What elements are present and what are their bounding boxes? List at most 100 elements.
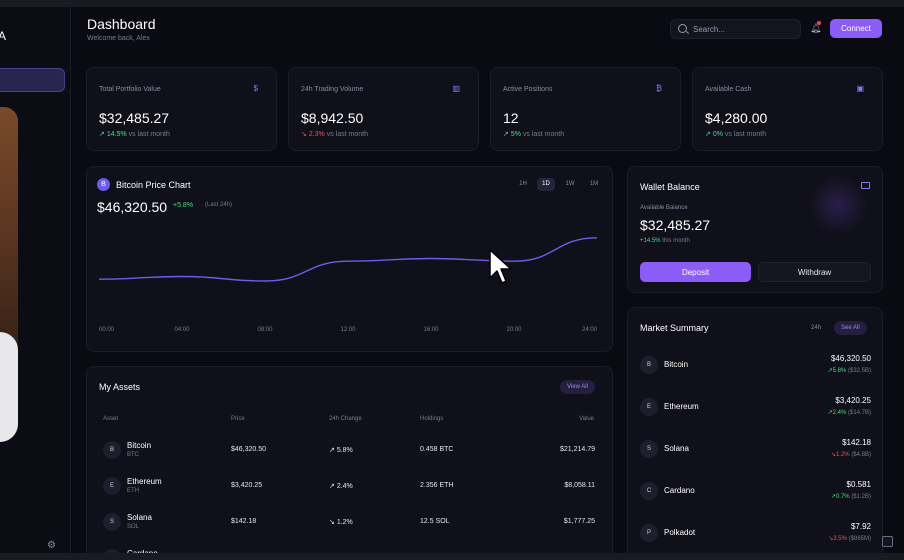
asset-price: $46,320.50 — [231, 446, 267, 453]
x-tick-label: 12:00 — [340, 327, 356, 333]
wallet-balance-card: Wallet Balance Available Balance $32,485… — [627, 166, 883, 293]
window-top-strip — [0, 0, 904, 7]
coin-avatar: S — [640, 440, 658, 458]
decorative-glow — [808, 175, 868, 235]
timeframe-1w[interactable]: 1W — [561, 178, 579, 191]
stat-change: ↗ 0% vs last month — [705, 131, 767, 138]
connect-button[interactable]: Connect — [830, 19, 882, 38]
price-change: +5.8% — [173, 202, 194, 209]
timeframe-1d[interactable]: 1D — [537, 178, 555, 191]
coin-name: Bitcoin — [664, 360, 689, 369]
wallet-change: +14.5% this month — [640, 238, 690, 244]
column-header: Price — [231, 416, 245, 422]
settings-icon[interactable]: ⚙ — [47, 540, 56, 551]
stat-label: Total Portfolio Value — [99, 86, 161, 93]
price-series-line — [98, 237, 598, 282]
wallet-icon: ▣ — [856, 84, 864, 93]
market-row[interactable]: S Solana $142.18 ↘1.2% ($4.8B) — [628, 428, 882, 470]
asset-holdings: 0.458 BTC — [420, 446, 454, 453]
market-row[interactable]: P Polkadot $7.92 ↘3.5% ($865M) — [628, 512, 882, 554]
coin-name: Cardano — [664, 486, 695, 495]
asset-change: ↗ 5.8% — [329, 447, 353, 454]
coin-price: $3,420.25 — [835, 396, 871, 405]
stat-value: $32,485.27 — [99, 110, 170, 126]
stat-change: ↗ 5% vs last month — [503, 131, 565, 138]
stat-value: $8,942.50 — [301, 110, 364, 126]
market-title: Market Summary — [640, 323, 709, 333]
x-tick-label: 08:00 — [257, 327, 273, 333]
window-bottom-strip — [0, 553, 904, 560]
asset-holdings: 12.5 SOL — [420, 518, 450, 525]
sidebar-logo: A — [0, 29, 6, 43]
asset-value: $1,777.25 — [563, 518, 595, 525]
header: Dashboard Welcome back, Alex 🔔︎ Connect — [71, 7, 904, 53]
bar-chart-icon: ▥ — [452, 84, 460, 93]
coin-change: ↗5.8% ($32.5B) — [827, 368, 871, 374]
coin-name: Polkadot — [664, 528, 696, 537]
stat-change: ↗ 14.5% vs last month — [99, 131, 170, 138]
asset-symbol: SOL — [127, 524, 140, 530]
stat-card-portfolio: Total Portfolio Value $ $32,485.27 ↗ 14.… — [86, 67, 277, 151]
coin-price: $7.92 — [850, 522, 871, 531]
current-price: $46,320.50 — [97, 199, 168, 215]
stat-value: $4,280.00 — [705, 110, 768, 126]
coin-name: Ethereum — [664, 402, 699, 411]
coin-name: Solana — [664, 444, 689, 453]
coin-price: $46,320.50 — [830, 354, 871, 363]
notification-dot — [817, 21, 821, 25]
coin-change: ↘1.2% ($4.8B) — [830, 452, 871, 458]
market-row[interactable]: C Cardano $0.581 ↗0.7% ($1.2B) — [628, 470, 882, 512]
market-row[interactable]: E Ethereum $3,420.25 ↗2.4% ($14.7B) — [628, 386, 882, 428]
withdraw-button[interactable]: Withdraw — [758, 262, 871, 282]
wallet-label: Available Balance — [640, 205, 688, 211]
deposit-button[interactable]: Deposit — [640, 262, 751, 282]
sidebar-item-active[interactable] — [0, 68, 65, 92]
coin-avatar: B — [640, 356, 658, 374]
asset-change: ↘ 1.2% — [329, 519, 353, 526]
market-row[interactable]: B Bitcoin $46,320.50 ↗5.8% ($32.5B) — [628, 344, 882, 386]
expand-icon[interactable] — [882, 536, 893, 547]
asset-value: $8,058.11 — [564, 482, 595, 489]
table-row[interactable]: S Solana SOL $142.18 ↘ 1.2% 12.5 SOL $1,… — [87, 504, 612, 540]
table-row[interactable]: E Ethereum ETH $3,420.25 ↗ 2.4% 2.356 ET… — [87, 468, 612, 504]
asset-symbol: ETH — [127, 488, 139, 494]
profile-photo-overlay — [0, 332, 18, 442]
market-period[interactable]: 24h — [811, 325, 821, 331]
price-chart-card: B Bitcoin Price Chart 1H 1D 1W 1M $46,32… — [86, 166, 613, 352]
column-header: 24h Change — [329, 416, 362, 422]
x-tick-label: 16:00 — [423, 327, 439, 333]
price-period: (Last 24h) — [205, 202, 233, 208]
x-tick-label: 00:00 — [99, 327, 115, 333]
asset-holdings: 2.356 ETH — [420, 482, 454, 489]
asset-name: Ethereum — [127, 477, 162, 486]
stat-change: ↘ 2.3% vs last month — [301, 131, 368, 138]
asset-value: $21,214.79 — [559, 446, 595, 453]
see-all-button[interactable]: See All — [834, 321, 867, 335]
coin-avatar: S — [103, 513, 121, 531]
stat-label: 24h Trading Volume — [301, 86, 364, 93]
view-all-button[interactable]: View All — [560, 380, 595, 394]
bitcoin-badge-icon: B — [97, 178, 110, 191]
my-assets-card: My Assets View All Asset Price 24h Chang… — [86, 366, 613, 560]
coin-avatar: E — [103, 477, 121, 495]
wallet-value: $32,485.27 — [640, 217, 711, 233]
bitcoin-icon: ₿ — [656, 84, 662, 93]
timeframe-1h[interactable]: 1H — [514, 178, 532, 191]
timeframe-1m[interactable]: 1M — [585, 178, 603, 191]
page-subtitle: Welcome back, Alex — [87, 35, 150, 42]
x-tick-label: 24:00 — [582, 327, 598, 333]
asset-name: Solana — [127, 513, 152, 522]
chart-title: Bitcoin Price Chart — [116, 180, 191, 190]
table-row[interactable]: B Bitcoin BTC $46,320.50 ↗ 5.8% 0.458 BT… — [87, 432, 612, 468]
stat-card-positions: Active Positions ₿ 12 ↗ 5% vs last month — [490, 67, 681, 151]
coin-price: $142.18 — [842, 438, 871, 447]
price-line-chart: 00:00 04:00 08:00 12:00 16:00 20:00 24:00 — [98, 237, 598, 333]
mouse-cursor-icon — [489, 249, 512, 284]
market-summary-card: Market Summary 24h See All B Bitcoin $46… — [627, 307, 883, 560]
search-input[interactable] — [693, 22, 793, 37]
assets-title: My Assets — [99, 382, 141, 392]
search-box[interactable] — [670, 19, 801, 39]
x-tick-label: 20:00 — [506, 327, 522, 333]
search-icon — [678, 24, 687, 33]
column-header: Asset — [103, 416, 119, 422]
